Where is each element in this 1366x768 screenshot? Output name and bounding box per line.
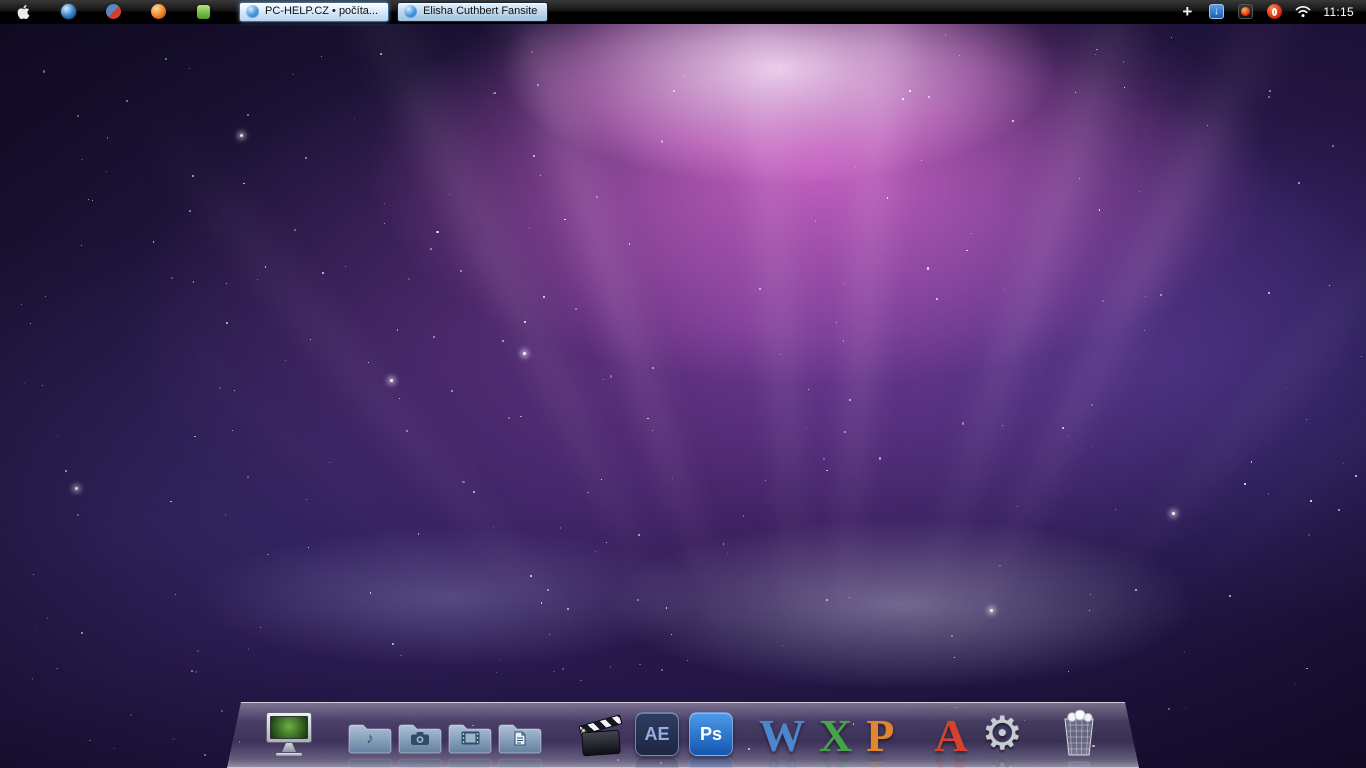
browser-tabs: PC-HELP.CZ • počíta... Elisha Cuthbert Fa… [239, 2, 548, 22]
dock-item-folder-movies[interactable] [447, 720, 493, 756]
menubar-left-icons [0, 3, 212, 21]
dock-items: ♪ ♪ AEAEPsPs WW XX PP AA ⚙⚙ [227, 710, 1139, 756]
green-app-icon[interactable] [194, 3, 212, 21]
folder-music-icon: ♪ [347, 720, 393, 756]
menubar: PC-HELP.CZ • počíta... Elisha Cuthbert Fa… [0, 0, 1366, 24]
tab-label: Elisha Cuthbert Fansite [423, 6, 537, 17]
blue-globe-app-icon[interactable] [59, 3, 77, 21]
dock-item-folder-photos[interactable] [397, 720, 443, 756]
new-tab-plus-icon[interactable]: + [1178, 3, 1196, 21]
globe-favicon [246, 5, 259, 18]
folder-movies-icon [447, 720, 493, 756]
dock-item-app-a[interactable]: AA [934, 715, 967, 756]
folder-photos-icon [397, 720, 443, 756]
clock[interactable]: 11:15 [1323, 5, 1354, 19]
dock: ♪ ♪ AEAEPsPs WW XX PP AA ⚙⚙ [227, 702, 1139, 768]
globe-favicon [404, 5, 417, 18]
imac-icon [265, 712, 313, 756]
dock-item-imac-display[interactable] [265, 712, 313, 756]
aurora-rays [0, 24, 1366, 768]
letter-icon: A [934, 715, 967, 756]
red-blue-app-icon[interactable] [104, 3, 122, 21]
appsquare-icon: AE [635, 712, 679, 756]
wifi-icon[interactable] [1294, 3, 1312, 21]
folder-documents-icon [497, 720, 543, 756]
browser-tab-2[interactable]: Elisha Cuthbert Fansite [397, 2, 548, 22]
dock-item-word[interactable]: WW [759, 715, 805, 756]
menubar-right: +↓ 11:15 [1178, 3, 1366, 21]
dock-item-photoshop[interactable]: PsPs [689, 712, 733, 756]
orange-circle-app-icon[interactable] [149, 3, 167, 21]
tab-label: PC-HELP.CZ • počíta... [265, 6, 378, 17]
letter-icon: W [759, 715, 805, 756]
dock-item-imovie[interactable] [579, 714, 625, 756]
media-play-badge-icon[interactable] [1236, 3, 1254, 21]
dock-item-trash[interactable] [1059, 710, 1099, 756]
menubar-status-icons: +↓ [1178, 3, 1312, 21]
desktop-wallpaper: ♪ ♪ AEAEPsPs WW XX PP AA ⚙⚙ [0, 24, 1366, 768]
apple-logo-icon[interactable] [14, 3, 32, 21]
dock-item-after-effects[interactable]: AEAE [635, 712, 679, 756]
gear-icon: ⚙ [982, 710, 1023, 756]
browser-tab-1[interactable]: PC-HELP.CZ • počíta... [239, 2, 389, 22]
dock-item-folder-music[interactable]: ♪ ♪ [347, 720, 393, 756]
dock-item-powerpoint[interactable]: PP [866, 715, 894, 756]
desktop-screen: PC-HELP.CZ • počíta... Elisha Cuthbert Fa… [0, 0, 1366, 768]
opera-icon[interactable] [1265, 3, 1283, 21]
dock-item-system-preferences[interactable]: ⚙⚙ [982, 710, 1023, 756]
clapperboard-icon [579, 714, 625, 756]
dock-item-excel[interactable]: XX [819, 715, 852, 756]
letter-icon: X [819, 715, 852, 756]
trash-icon [1059, 710, 1099, 756]
dock-item-folder-documents[interactable] [497, 720, 543, 756]
vignette [0, 24, 1366, 768]
download-arrow-icon[interactable]: ↓ [1207, 3, 1225, 21]
letter-icon: P [866, 715, 894, 756]
appsquare-icon: Ps [689, 712, 733, 756]
stars-layer [0, 24, 1366, 768]
